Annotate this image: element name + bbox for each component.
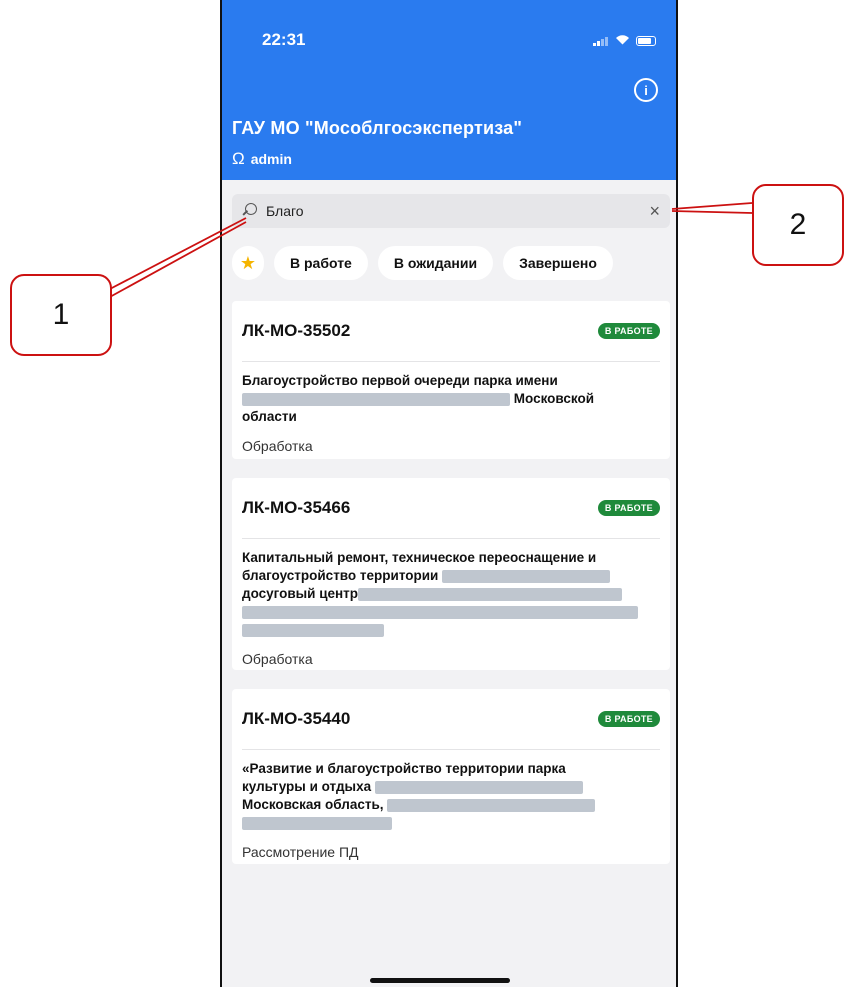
callout-2: 2: [752, 184, 844, 266]
callout-1: 1: [10, 274, 112, 356]
callout-lines: [107, 202, 753, 299]
